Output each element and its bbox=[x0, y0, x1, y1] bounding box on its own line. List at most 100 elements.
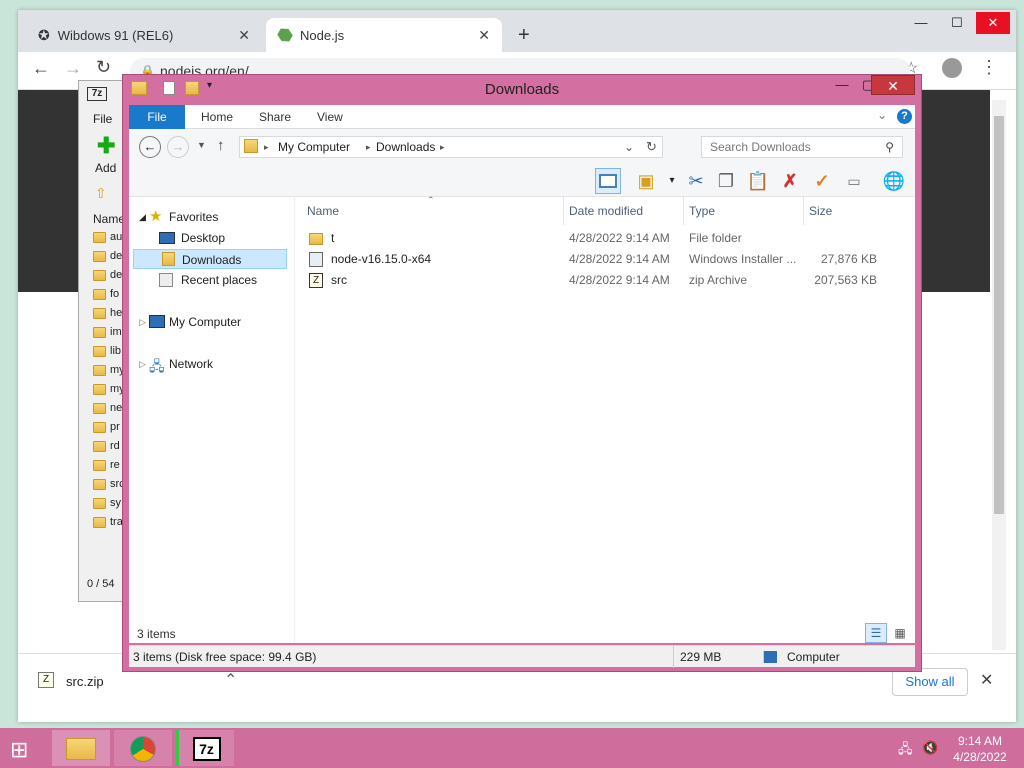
list-item[interactable]: my bbox=[93, 383, 125, 402]
breadcrumb-chevron-icon[interactable]: ▸ bbox=[264, 137, 269, 157]
network-tray-icon[interactable]: 🖧 bbox=[898, 740, 913, 762]
list-item[interactable]: au bbox=[93, 231, 122, 250]
breadcrumb-chevron-icon[interactable]: ▸ bbox=[366, 137, 371, 157]
column-header-date[interactable]: Date modified bbox=[563, 197, 643, 225]
download-filename[interactable]: src.zip bbox=[66, 674, 104, 689]
list-item[interactable]: de bbox=[93, 250, 122, 269]
list-item[interactable]: he bbox=[93, 307, 122, 326]
menu-kebab-icon[interactable]: ⋮ bbox=[980, 57, 998, 78]
close-tab-icon[interactable]: ✕ bbox=[478, 27, 490, 44]
chevron-down-icon[interactable]: ⌄ bbox=[877, 108, 887, 122]
address-bar[interactable]: ▸ My Computer ▸ Downloads ▸ ⌄ ↻ bbox=[239, 136, 663, 158]
up-arrow-icon[interactable]: ↑ bbox=[217, 137, 225, 154]
add-button-label[interactable]: Add bbox=[95, 161, 116, 175]
search-input[interactable]: Search Downloads ⚲ bbox=[701, 136, 903, 158]
breadcrumb-downloads[interactable]: Downloads bbox=[376, 137, 435, 157]
show-all-button[interactable]: Show all bbox=[892, 668, 968, 696]
tab-home[interactable]: Home bbox=[187, 105, 247, 129]
expand-arrow-icon[interactable]: ◢ bbox=[139, 207, 146, 227]
refresh-icon[interactable]: ↻ bbox=[646, 137, 657, 157]
close-tab-icon[interactable]: ✕ bbox=[238, 27, 250, 44]
nav-recent-places[interactable]: Recent places bbox=[129, 270, 289, 290]
explorer-window: ▾ Downloads — ▢ ✕ File Home Share View ⌄… bbox=[122, 74, 922, 672]
clock-date[interactable]: 4/28/2022 bbox=[950, 750, 1010, 764]
back-arrow-icon[interactable]: ← bbox=[32, 58, 50, 79]
file-row[interactable]: node-v16.15.0-x64 4/28/2022 9:14 AM Wind… bbox=[299, 249, 879, 270]
back-arrow-icon[interactable]: ← bbox=[139, 136, 161, 158]
list-item[interactable]: tra bbox=[93, 516, 123, 535]
nav-my-computer[interactable]: ▷ My Computer bbox=[129, 312, 289, 332]
tab-wibdows[interactable]: ✪ Wibdows 91 (REL6) ✕ bbox=[26, 18, 262, 52]
expand-arrow-icon[interactable]: ▷ bbox=[139, 354, 146, 374]
list-item[interactable]: re bbox=[93, 459, 120, 478]
preview-pane-icon[interactable] bbox=[595, 168, 621, 194]
name-column-header[interactable]: Name bbox=[93, 212, 125, 226]
close-download-bar-icon[interactable]: ✕ bbox=[980, 670, 993, 690]
nav-downloads[interactable]: Downloads bbox=[133, 249, 287, 269]
list-item[interactable]: rd bbox=[93, 440, 120, 459]
nav-favorites[interactable]: ◢ ★ Favorites bbox=[129, 207, 289, 227]
folder-options-icon[interactable]: ▣ bbox=[633, 168, 659, 194]
list-item[interactable]: fo bbox=[93, 288, 119, 307]
tab-view[interactable]: View bbox=[303, 105, 357, 129]
expand-arrow-icon[interactable]: ▷ bbox=[139, 312, 146, 332]
column-header-size[interactable]: Size bbox=[803, 197, 832, 225]
list-item[interactable]: ne bbox=[93, 402, 122, 421]
list-item[interactable]: src bbox=[93, 478, 125, 497]
folder-up-icon[interactable]: ⇧ bbox=[95, 185, 107, 202]
taskbar-explorer[interactable] bbox=[52, 730, 110, 766]
globe-icon[interactable]: 🌐 bbox=[881, 168, 907, 194]
tab-file[interactable]: File bbox=[129, 105, 185, 129]
list-item[interactable]: lib bbox=[93, 345, 121, 364]
list-item[interactable]: de bbox=[93, 269, 122, 288]
recent-locations-chevron-icon[interactable]: ▼ bbox=[197, 140, 206, 150]
file-row[interactable]: Z src 4/28/2022 9:14 AM zip Archive 207,… bbox=[299, 270, 879, 291]
address-history-chevron-icon[interactable]: ⌄ bbox=[624, 137, 634, 157]
list-item[interactable]: pr bbox=[93, 421, 120, 440]
details-view-icon[interactable]: ☰ bbox=[865, 623, 887, 643]
profile-avatar-icon[interactable] bbox=[942, 58, 962, 78]
scrollbar-thumb[interactable] bbox=[994, 116, 1004, 514]
list-item[interactable]: sy bbox=[93, 497, 121, 516]
maximize-icon[interactable]: ☐ bbox=[940, 12, 974, 34]
column-header-name[interactable]: Name bbox=[307, 197, 339, 225]
cut-icon[interactable]: ✂ bbox=[683, 168, 709, 194]
file-row[interactable]: t 4/28/2022 9:14 AM File folder bbox=[299, 228, 879, 249]
list-item[interactable]: im bbox=[93, 326, 122, 345]
options-chevron-icon[interactable]: ▾ bbox=[659, 168, 685, 194]
nav-label: Favorites bbox=[169, 210, 219, 224]
tab-share[interactable]: Share bbox=[245, 105, 305, 129]
close-icon[interactable]: ✕ bbox=[871, 75, 915, 95]
large-icons-view-icon[interactable]: ▦ bbox=[889, 623, 911, 643]
help-icon[interactable]: ? bbox=[897, 109, 912, 124]
minimize-icon[interactable]: — bbox=[904, 12, 938, 34]
rename-check-icon[interactable]: ✓ bbox=[809, 168, 835, 194]
sevenzip-menu-file[interactable]: File bbox=[93, 112, 112, 126]
tab-nodejs[interactable]: Node.js ✕ bbox=[266, 18, 502, 52]
add-plus-icon[interactable]: ✚ bbox=[97, 133, 115, 159]
forward-arrow-icon[interactable]: → bbox=[64, 58, 82, 79]
page-scrollbar[interactable] bbox=[992, 100, 1006, 650]
list-item[interactable]: my bbox=[93, 364, 125, 383]
breadcrumb-chevron-icon[interactable]: ▸ bbox=[440, 137, 445, 157]
network-icon: 🖧 bbox=[149, 358, 165, 374]
new-tab-plus-icon[interactable]: + bbox=[518, 24, 530, 47]
close-icon[interactable]: ✕ bbox=[976, 12, 1010, 34]
nav-desktop[interactable]: Desktop bbox=[129, 228, 289, 248]
chevron-up-icon[interactable]: ⌃ bbox=[224, 670, 237, 690]
column-header-type[interactable]: Type bbox=[683, 197, 715, 225]
nav-network[interactable]: ▷ 🖧 Network bbox=[129, 354, 289, 374]
breadcrumb-my-computer[interactable]: My Computer bbox=[278, 137, 350, 157]
copy-icon[interactable]: ❐ bbox=[713, 168, 739, 194]
windows-start-icon[interactable]: ⊞ bbox=[10, 737, 28, 763]
volume-muted-icon[interactable]: 🔇 bbox=[922, 740, 938, 756]
properties-icon[interactable]: ▭ bbox=[841, 168, 867, 194]
reload-icon[interactable]: ↻ bbox=[96, 57, 111, 78]
paste-icon[interactable]: 📋 bbox=[745, 168, 771, 194]
taskbar-7zip[interactable]: 7z bbox=[176, 730, 234, 766]
delete-icon[interactable]: ✗ bbox=[777, 168, 803, 194]
taskbar-chrome[interactable] bbox=[114, 730, 172, 766]
minimize-icon[interactable]: — bbox=[829, 75, 855, 95]
clock-time[interactable]: 9:14 AM bbox=[954, 734, 1006, 748]
forward-arrow-icon[interactable]: → bbox=[167, 136, 189, 158]
